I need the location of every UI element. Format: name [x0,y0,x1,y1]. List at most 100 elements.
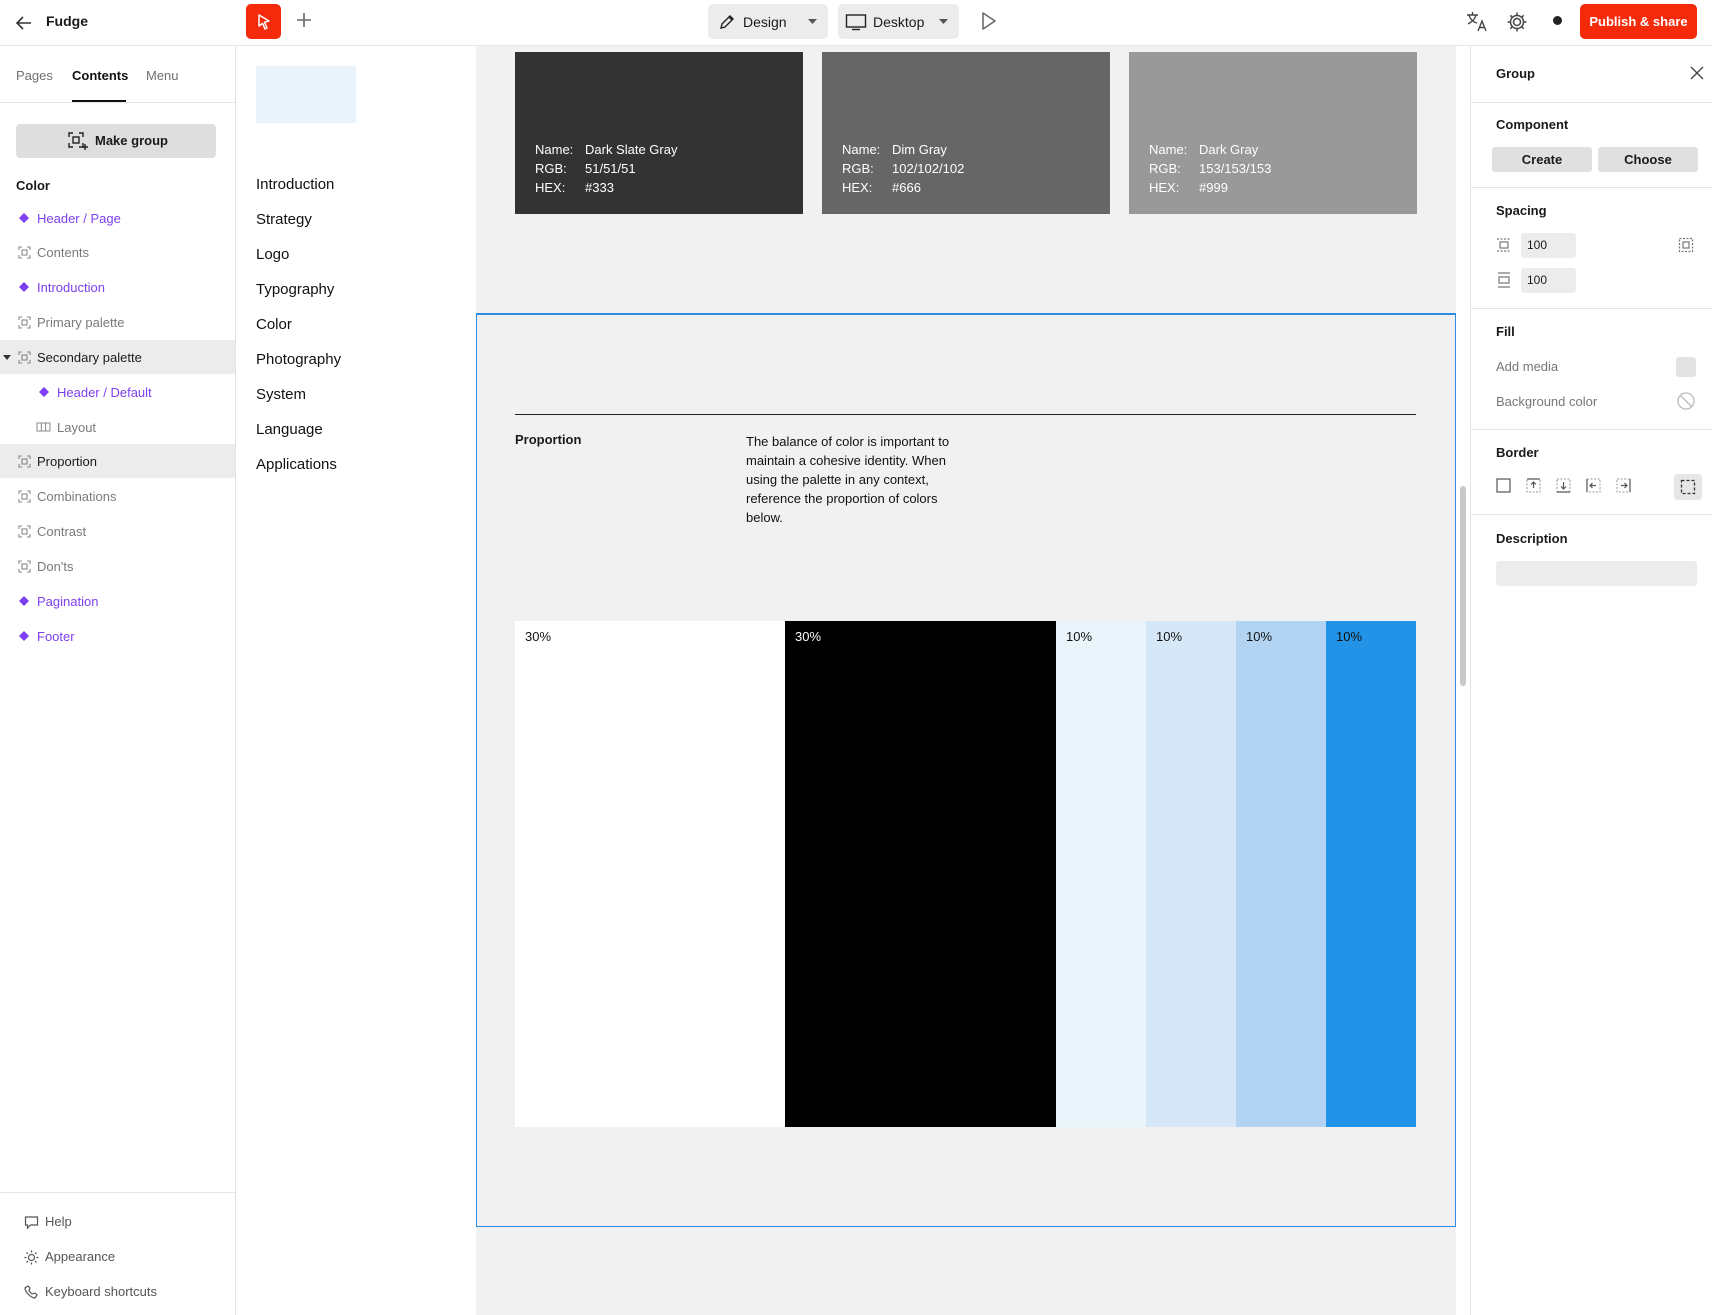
nav-link-photography[interactable]: Photography [256,351,341,368]
panel-divider [1471,514,1712,515]
device-dropdown[interactable]: Desktop [838,4,959,39]
back-arrow-icon[interactable] [12,11,36,35]
color-swatch-card[interactable]: Name: Dark Gray RGB: 153/153/153 HEX: #999 [1129,52,1417,214]
border-right-icon[interactable] [1616,478,1631,493]
swatch-name-value: Dim Gray [892,142,947,157]
nav-link-logo[interactable]: Logo [256,246,289,263]
tree-item-primary-palette[interactable]: Primary palette [0,305,235,339]
tab-contents[interactable]: Contents [72,68,128,83]
proportion-bar[interactable]: 10% [1326,621,1416,1127]
color-swatch-card[interactable]: Name: Dim Gray RGB: 102/102/102 HEX: #666 [822,52,1110,214]
nav-link-color[interactable]: Color [256,316,292,333]
tree-item-introduction[interactable]: Introduction [0,270,235,304]
tree-item-label: Header / Page [37,211,121,226]
make-group-button[interactable]: Make group [16,124,216,158]
help-icon [24,1216,39,1230]
tab-pages[interactable]: Pages [16,68,53,83]
design-mode-dropdown[interactable]: Design [708,4,828,39]
spacing-gap-input[interactable]: 100 [1521,233,1576,258]
group-frame-icon [18,455,31,468]
proportion-heading[interactable]: Proportion [515,432,581,447]
proportion-bar[interactable]: 10% [1236,621,1326,1127]
tree-item-combinations[interactable]: Combinations [0,479,235,513]
nav-link-applications[interactable]: Applications [256,456,337,473]
select-tool-button[interactable] [246,4,281,39]
background-color-label[interactable]: Background color [1496,394,1597,409]
border-bottom-icon[interactable] [1556,478,1571,493]
settings-button[interactable] [1504,9,1530,35]
proportion-bar[interactable]: 30% [515,621,785,1127]
border-none-button[interactable] [1674,474,1702,500]
tree-item-pagination[interactable]: Pagination [0,584,235,618]
media-swatch[interactable] [1676,357,1696,377]
canvas-scrollbar[interactable] [1460,486,1466,686]
tree-item-label: Pagination [37,594,99,609]
group-frame-icon [18,316,31,329]
nav-link-typography[interactable]: Typography [256,281,334,298]
swatch-name-value: Dark Gray [1199,142,1259,157]
tree-item-don-ts[interactable]: Don'ts [0,549,235,583]
top-toolbar: Fudge Design Desktop Publish & share [0,0,1712,46]
border-top-icon[interactable] [1526,478,1541,493]
chevron-down-icon [808,19,817,24]
component-diamond-icon [18,281,30,293]
tree-item-secondary-palette[interactable]: Secondary palette [0,340,235,374]
tree-item-contents[interactable]: Contents [0,235,235,269]
tree-item-layout[interactable]: Layout [0,410,235,444]
publish-share-button[interactable]: Publish & share [1580,4,1697,39]
group-frame-icon [18,351,31,364]
border-left-icon[interactable] [1586,478,1601,493]
proportion-bar[interactable]: 10% [1146,621,1236,1127]
padding-vertical-icon [1498,272,1510,288]
nav-link-language[interactable]: Language [256,421,323,438]
color-swatch-card[interactable]: Name: Dark Slate Gray RGB: 51/51/51 HEX: #333 [515,52,803,214]
add-media-label[interactable]: Add media [1496,359,1558,374]
preview-button[interactable] [976,9,1000,33]
swatch-hex-key: HEX: [842,180,873,195]
swatch-rgb-row: RGB: 102/102/102 [842,161,964,176]
plus-icon [297,13,311,27]
tree-item-label: Don'ts [37,559,74,574]
sidebar-tabs: Pages Contents Menu [0,46,236,103]
nav-link-strategy[interactable]: Strategy [256,211,312,228]
tree-item-contrast[interactable]: Contrast [0,514,235,548]
swatch-hex-key: HEX: [535,180,566,195]
status-dot-icon[interactable] [1553,16,1562,25]
translate-icon [1467,12,1487,32]
proportion-bar[interactable]: 10% [1056,621,1146,1127]
choose-component-button[interactable]: Choose [1598,147,1698,172]
proportion-bar-label: 10% [1156,629,1183,644]
group-frame-icon [18,525,31,538]
tree-item-footer[interactable]: Footer [0,619,235,653]
device-label: Desktop [873,14,925,30]
tab-menu[interactable]: Menu [146,68,179,83]
group-frame-icon [18,525,31,538]
proportion-description[interactable]: The balance of color is important to mai… [746,432,961,527]
swatch-hex-row: HEX: #666 [842,180,921,195]
proportion-bar[interactable]: 30% [785,621,1056,1127]
nav-link-system[interactable]: System [256,386,306,403]
translate-button[interactable] [1464,9,1490,35]
no-color-icon[interactable] [1676,391,1696,411]
section-divider [515,414,1416,415]
site-logo-placeholder[interactable] [256,66,356,123]
swatch-rgb-key: RGB: [1149,161,1181,176]
padding-icon[interactable] [1678,237,1694,253]
add-button[interactable] [292,8,316,32]
nav-link-introduction[interactable]: Introduction [256,176,334,193]
tree-item-header-page[interactable]: Header / Page [0,201,235,235]
create-component-button[interactable]: Create [1492,147,1592,172]
swatch-name-value: Dark Slate Gray [585,142,678,157]
border-all-icon[interactable] [1496,478,1511,493]
description-input[interactable] [1496,561,1697,586]
tree-item-proportion[interactable]: Proportion [0,444,235,478]
spacing-padding-input[interactable]: 100 [1521,268,1576,293]
left-sidebar: Pages Contents Menu Make group Color Hea… [0,46,236,1315]
group-frame-icon [18,490,31,503]
group-frame-icon [18,351,31,364]
swatch-hex-row: HEX: #999 [1149,180,1228,195]
caret-down-icon[interactable] [3,355,11,360]
tree-item-header-default[interactable]: Header / Default [0,375,235,409]
group-frame-icon [18,246,31,259]
close-panel-button[interactable] [1690,66,1704,80]
